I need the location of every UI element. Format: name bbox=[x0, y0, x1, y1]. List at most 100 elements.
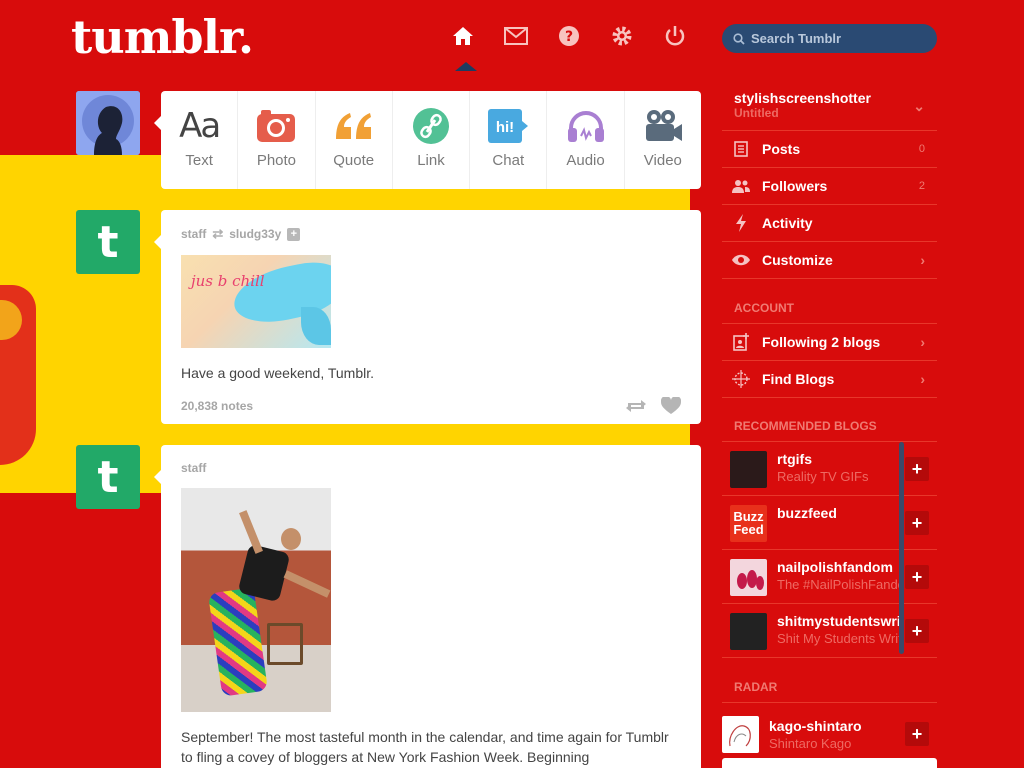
post-header: staff bbox=[181, 461, 681, 475]
blog-name: buzzfeed bbox=[777, 505, 837, 521]
help-icon[interactable]: ? bbox=[554, 22, 583, 50]
follow-button[interactable]: + bbox=[905, 722, 929, 746]
top-nav: ? bbox=[448, 22, 689, 50]
tumblr-logo[interactable]: tumblr. bbox=[71, 10, 254, 64]
recommended-blog[interactable]: shitmystudentswrite Shit My Students Wri… bbox=[722, 604, 937, 658]
account-section: ACCOUNT Following 2 blogs › Find Blogs › bbox=[722, 301, 937, 398]
sidebar-item-label: Followers bbox=[762, 178, 828, 194]
sidebar-item-following[interactable]: Following 2 blogs › bbox=[722, 324, 937, 361]
blog-name: nailpolishfandom bbox=[777, 559, 893, 575]
dashboard-post: staff ⇄ sludg33y + jus b chill Have a go… bbox=[154, 210, 701, 424]
power-icon[interactable] bbox=[660, 22, 689, 50]
blog-avatar bbox=[730, 451, 767, 488]
blog-name: kago-shintaro bbox=[769, 717, 862, 734]
home-icon[interactable] bbox=[448, 22, 477, 50]
recommended-blog[interactable]: nailpolishfandom The #NailPolishFandom + bbox=[722, 550, 937, 604]
compose-chat-button[interactable]: hi! Chat bbox=[470, 91, 548, 189]
active-nav-indicator bbox=[455, 62, 477, 71]
staff-avatar[interactable]: t bbox=[76, 210, 140, 274]
recommended-blog[interactable]: Buzz Feed buzzfeed + bbox=[722, 496, 937, 550]
post-body: September! The most tasteful month in th… bbox=[181, 729, 669, 765]
compose-text-button[interactable]: Aa Text bbox=[161, 91, 239, 189]
followers-count: 2 bbox=[918, 180, 925, 192]
sidebar-item-label: Customize bbox=[762, 252, 833, 268]
sidebar-item-label: Posts bbox=[762, 141, 801, 157]
chevron-right-icon: › bbox=[920, 334, 925, 350]
quote-icon bbox=[334, 107, 374, 145]
photo-figure-legs bbox=[207, 587, 269, 697]
radar-post-preview[interactable] bbox=[722, 758, 937, 768]
posts-icon bbox=[732, 140, 750, 158]
sidebar-item-activity[interactable]: Activity bbox=[722, 205, 937, 242]
compose-audio-button[interactable]: Audio bbox=[547, 91, 625, 189]
heart-icon[interactable] bbox=[661, 397, 681, 415]
svg-text:hi!: hi! bbox=[496, 119, 514, 136]
recommended-blog[interactable]: rtgifs Reality TV GIFs + bbox=[722, 442, 937, 496]
recommended-scrollbar[interactable] bbox=[899, 442, 904, 654]
blog-title: Shit My Students Write bbox=[777, 631, 902, 646]
reblogged-from[interactable]: sludg33y bbox=[229, 227, 281, 241]
post-image-caption: jus b chill bbox=[191, 272, 265, 290]
blog-name: rtgifs bbox=[777, 451, 812, 467]
follow-button[interactable]: + bbox=[905, 511, 929, 535]
photo-figure-torso bbox=[237, 543, 291, 603]
blog-title: Reality TV GIFs bbox=[777, 469, 869, 484]
blog-title: The #NailPolishFandom bbox=[777, 577, 902, 592]
link-icon bbox=[412, 107, 449, 145]
photo-figure-head bbox=[281, 528, 301, 550]
recommended-blogs: RECOMMENDED BLOGS rtgifs Reality TV GIFs… bbox=[722, 419, 937, 658]
follow-button[interactable]: + bbox=[905, 565, 929, 589]
post-actions bbox=[625, 397, 681, 415]
mail-icon[interactable] bbox=[501, 22, 530, 50]
follow-button[interactable]: + bbox=[905, 457, 929, 481]
dashboard-post: staff September! The most tasteful month… bbox=[154, 445, 701, 768]
notes-count[interactable]: 20,838 notes bbox=[181, 399, 253, 413]
post-author[interactable]: staff bbox=[181, 227, 206, 241]
radar-heading: RADAR bbox=[722, 680, 937, 703]
search-icon bbox=[733, 32, 745, 45]
search-input[interactable] bbox=[751, 31, 921, 46]
gear-icon[interactable] bbox=[607, 22, 636, 50]
blog-avatar bbox=[730, 559, 767, 596]
chat-icon: hi! bbox=[488, 107, 529, 145]
post-body: Have a good weekend, Tumblr. bbox=[181, 365, 375, 381]
sidebar-item-posts[interactable]: Posts 0 bbox=[722, 131, 937, 168]
find-blogs-icon bbox=[732, 370, 750, 388]
search-bar bbox=[722, 24, 937, 53]
blog-title: Untitled bbox=[734, 106, 779, 120]
user-avatar[interactable] bbox=[76, 91, 140, 155]
blog-avatar bbox=[722, 715, 759, 753]
post-photo[interactable] bbox=[181, 488, 331, 712]
reblog-icon[interactable] bbox=[625, 398, 647, 414]
radar-section: RADAR kago-shintaro Shintaro Kago + bbox=[722, 680, 937, 754]
sidebar-item-customize[interactable]: Customize › bbox=[722, 242, 937, 279]
recommended-heading: RECOMMENDED BLOGS bbox=[722, 419, 937, 442]
compose-quote-button[interactable]: Quote bbox=[316, 91, 393, 189]
post-image[interactable]: jus b chill bbox=[181, 255, 331, 348]
follow-button[interactable]: + bbox=[905, 619, 929, 643]
compose-link-button[interactable]: Link bbox=[393, 91, 471, 189]
compose-photo-button[interactable]: Photo bbox=[238, 91, 316, 189]
chevron-right-icon: › bbox=[920, 252, 925, 268]
headphones-icon bbox=[567, 107, 605, 145]
svg-text:?: ? bbox=[564, 29, 572, 45]
dolphin-fin bbox=[301, 307, 331, 345]
post-composer: Aa Text Photo Quote Link hi! Chat Audio bbox=[154, 91, 701, 189]
radar-blog[interactable]: kago-shintaro Shintaro Kago + bbox=[722, 714, 937, 754]
compose-video-button[interactable]: Video bbox=[625, 91, 701, 189]
follow-plus-icon[interactable]: + bbox=[287, 227, 301, 241]
activity-icon bbox=[732, 214, 750, 232]
blog-switcher[interactable]: stylishscreenshotter Untitled ⌄ bbox=[722, 88, 937, 131]
post-author[interactable]: staff bbox=[181, 461, 206, 475]
sidebar-item-label: Following 2 blogs bbox=[762, 334, 881, 350]
blog-title: Shintaro Kago bbox=[769, 735, 852, 751]
posts-count: 0 bbox=[918, 143, 925, 155]
blog-name: stylishscreenshotter bbox=[734, 90, 871, 106]
staff-avatar[interactable]: t bbox=[76, 445, 140, 509]
sidebar-item-find-blogs[interactable]: Find Blogs › bbox=[722, 361, 937, 398]
sidebar-item-followers[interactable]: Followers 2 bbox=[722, 168, 937, 205]
blog-name: shitmystudentswrite bbox=[777, 613, 902, 629]
blog-avatar bbox=[730, 613, 767, 650]
post-header: staff ⇄ sludg33y + bbox=[181, 226, 681, 242]
video-camera-icon bbox=[644, 107, 682, 145]
